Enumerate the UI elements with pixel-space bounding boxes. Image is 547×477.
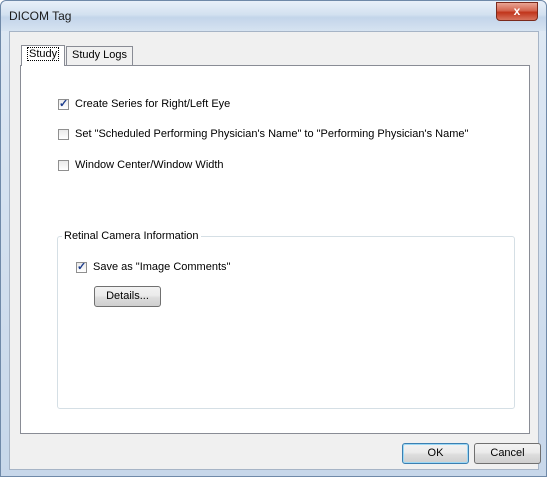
option-set-physician-name[interactable]: Set "Scheduled Performing Physician's Na…: [58, 128, 468, 140]
window-center-width-label: Window Center/Window Width: [75, 159, 224, 171]
close-button[interactable]: x: [496, 2, 538, 21]
study-tab-panel: Create Series for Right/Left Eye Set "Sc…: [20, 65, 530, 434]
ok-button[interactable]: OK: [402, 443, 469, 464]
ok-button-label: OK: [427, 447, 444, 459]
dicom-tag-dialog: DICOM Tag x Study Study Logs Create Seri…: [0, 0, 547, 477]
create-series-checkbox[interactable]: [58, 97, 69, 110]
save-as-image-comments-checkbox[interactable]: [76, 260, 87, 273]
option-save-as-image-comments[interactable]: Save as "Image Comments": [76, 260, 231, 273]
window-center-width-checkbox[interactable]: [58, 159, 69, 171]
window-title: DICOM Tag: [9, 9, 72, 23]
retinal-camera-group: Retinal Camera Information Save as "Imag…: [57, 230, 515, 409]
close-icon: x: [513, 4, 521, 18]
cancel-button-label: Cancel: [490, 447, 525, 459]
option-window-center-width[interactable]: Window Center/Window Width: [58, 159, 224, 171]
retinal-camera-group-title: Retinal Camera Information: [62, 230, 201, 242]
details-button[interactable]: Details...: [94, 286, 161, 307]
tab-study-label: Study: [27, 47, 60, 61]
dialog-body: Study Study Logs Create Series for Right…: [9, 31, 541, 470]
set-physician-name-label: Set "Scheduled Performing Physician's Na…: [75, 128, 469, 140]
details-button-label: Details...: [106, 290, 149, 302]
title-bar[interactable]: DICOM Tag x: [1, 1, 546, 31]
tab-study-logs[interactable]: Study Logs: [66, 46, 134, 65]
set-physician-name-checkbox[interactable]: [58, 128, 69, 140]
cancel-button[interactable]: Cancel: [474, 443, 541, 464]
tab-study-logs-label: Study Logs: [72, 49, 128, 61]
tab-study[interactable]: Study: [21, 45, 66, 66]
option-create-series[interactable]: Create Series for Right/Left Eye: [58, 97, 231, 110]
save-as-image-comments-label: Save as "Image Comments": [93, 261, 231, 273]
create-series-label: Create Series for Right/Left Eye: [75, 98, 231, 110]
